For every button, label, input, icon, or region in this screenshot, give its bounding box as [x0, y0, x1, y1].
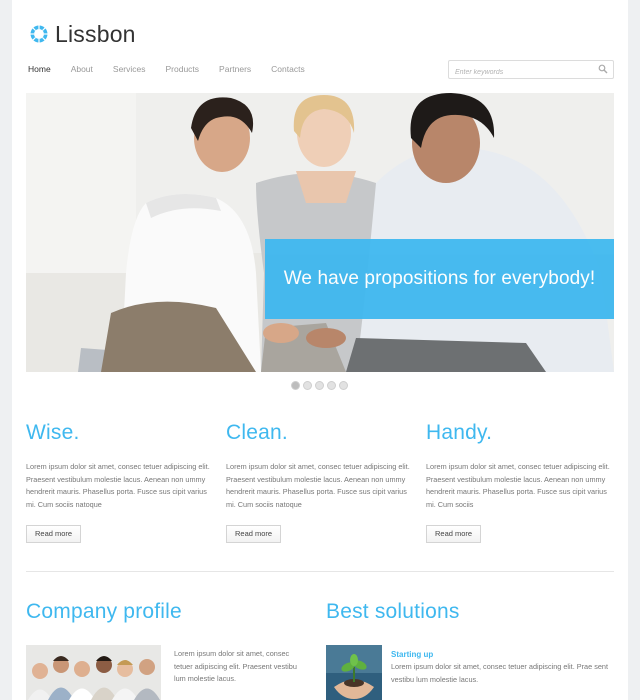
- feature-wise: Wise. Lorem ipsum dolor sit amet, consec…: [26, 421, 210, 543]
- nav-item-services[interactable]: Services: [113, 64, 146, 74]
- slider-dot-3[interactable]: [315, 381, 324, 390]
- slider-caption-text: We have propositions for everybody!: [283, 268, 596, 289]
- search-box: [448, 60, 614, 81]
- solutions-subtitle[interactable]: Starting up: [391, 650, 433, 659]
- slider-dot-1[interactable]: [291, 381, 300, 390]
- plant-photo: [326, 645, 382, 700]
- search-icon[interactable]: [598, 64, 608, 74]
- feature-handy: Handy. Lorem ipsum dolor sit amet, conse…: [426, 421, 610, 543]
- feature-title: Clean.: [226, 421, 288, 444]
- nav-item-products[interactable]: Products: [166, 64, 200, 74]
- logo[interactable]: Lissbon: [28, 18, 136, 50]
- feature-title: Wise.: [26, 421, 80, 444]
- slider-caption: We have propositions for everybody!: [265, 239, 614, 319]
- best-solutions-title: Best solutions: [326, 600, 460, 623]
- solutions-text: Lorem ipsum dolor sit amet, consec tetue…: [391, 662, 608, 684]
- feature-title: Handy.: [426, 421, 493, 444]
- main-nav: Home About Services Products Partners Co…: [28, 64, 325, 74]
- team-photo: [26, 645, 161, 700]
- section-divider: [26, 571, 614, 572]
- read-more-button[interactable]: Read more: [26, 525, 82, 543]
- hero-slider[interactable]: We have propositions for everybody!: [26, 93, 614, 372]
- hero-photo: [26, 93, 614, 372]
- slider-dot-5[interactable]: [339, 381, 348, 390]
- read-more-button[interactable]: Read more: [426, 525, 482, 543]
- search-input[interactable]: [449, 64, 589, 81]
- team-image: [26, 645, 161, 700]
- slider-dot-4[interactable]: [327, 381, 336, 390]
- company-profile-title: Company profile: [26, 600, 182, 623]
- feature-clean: Clean. Lorem ipsum dolor sit amet, conse…: [226, 421, 410, 543]
- slider-pagination: [291, 381, 348, 390]
- nav-item-partners[interactable]: Partners: [219, 64, 251, 74]
- feature-text: Lorem ipsum dolor sit amet, consec tetue…: [426, 462, 610, 509]
- plant-in-hands-image: [326, 645, 382, 700]
- sun-logo-icon: [29, 24, 49, 44]
- page: Lissbon Home About Services Products Par…: [12, 0, 628, 700]
- company-profile-text: Lorem ipsum dolor sit amet, consec tetue…: [174, 649, 297, 683]
- read-more-button[interactable]: Read more: [226, 525, 282, 543]
- nav-item-about[interactable]: About: [71, 64, 93, 74]
- nav-item-contacts[interactable]: Contacts: [271, 64, 305, 74]
- slider-dot-2[interactable]: [303, 381, 312, 390]
- nav-item-home[interactable]: Home: [28, 64, 51, 74]
- feature-text: Lorem ipsum dolor sit amet, consec tetue…: [226, 462, 410, 509]
- brand-name: Lissbon: [55, 20, 136, 47]
- feature-text: Lorem ipsum dolor sit amet, consec tetue…: [26, 462, 210, 509]
